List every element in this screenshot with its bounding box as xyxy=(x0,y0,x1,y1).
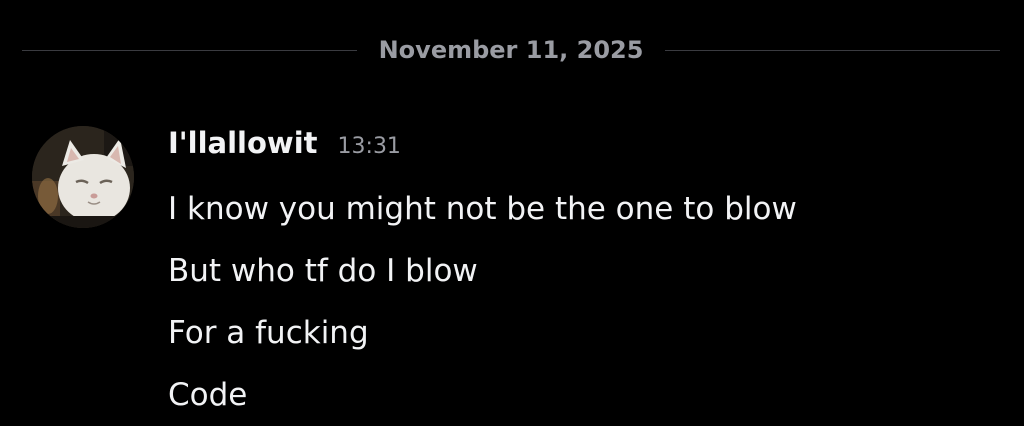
message-line: I know you might not be the one to blow xyxy=(168,191,797,227)
message-header: I'llallowit 13:31 xyxy=(168,126,401,168)
message-line: For a fucking xyxy=(168,315,369,351)
username[interactable]: I'llallowit xyxy=(168,126,318,160)
chat-message: I'llallowit 13:31 I know you might not b… xyxy=(32,126,982,416)
date-divider: November 11, 2025 xyxy=(22,30,1001,70)
message-line: But who tf do I blow xyxy=(168,253,478,289)
divider-line-right xyxy=(665,49,1001,51)
message-content: I know you might not be the one to blow … xyxy=(168,178,968,426)
divider-line-left xyxy=(22,49,357,51)
message-timestamp: 13:31 xyxy=(337,134,401,159)
message-line: Code xyxy=(168,377,248,413)
white-cat-avatar-icon xyxy=(32,126,134,228)
user-avatar[interactable] xyxy=(32,126,134,228)
divider-date: November 11, 2025 xyxy=(378,36,644,64)
